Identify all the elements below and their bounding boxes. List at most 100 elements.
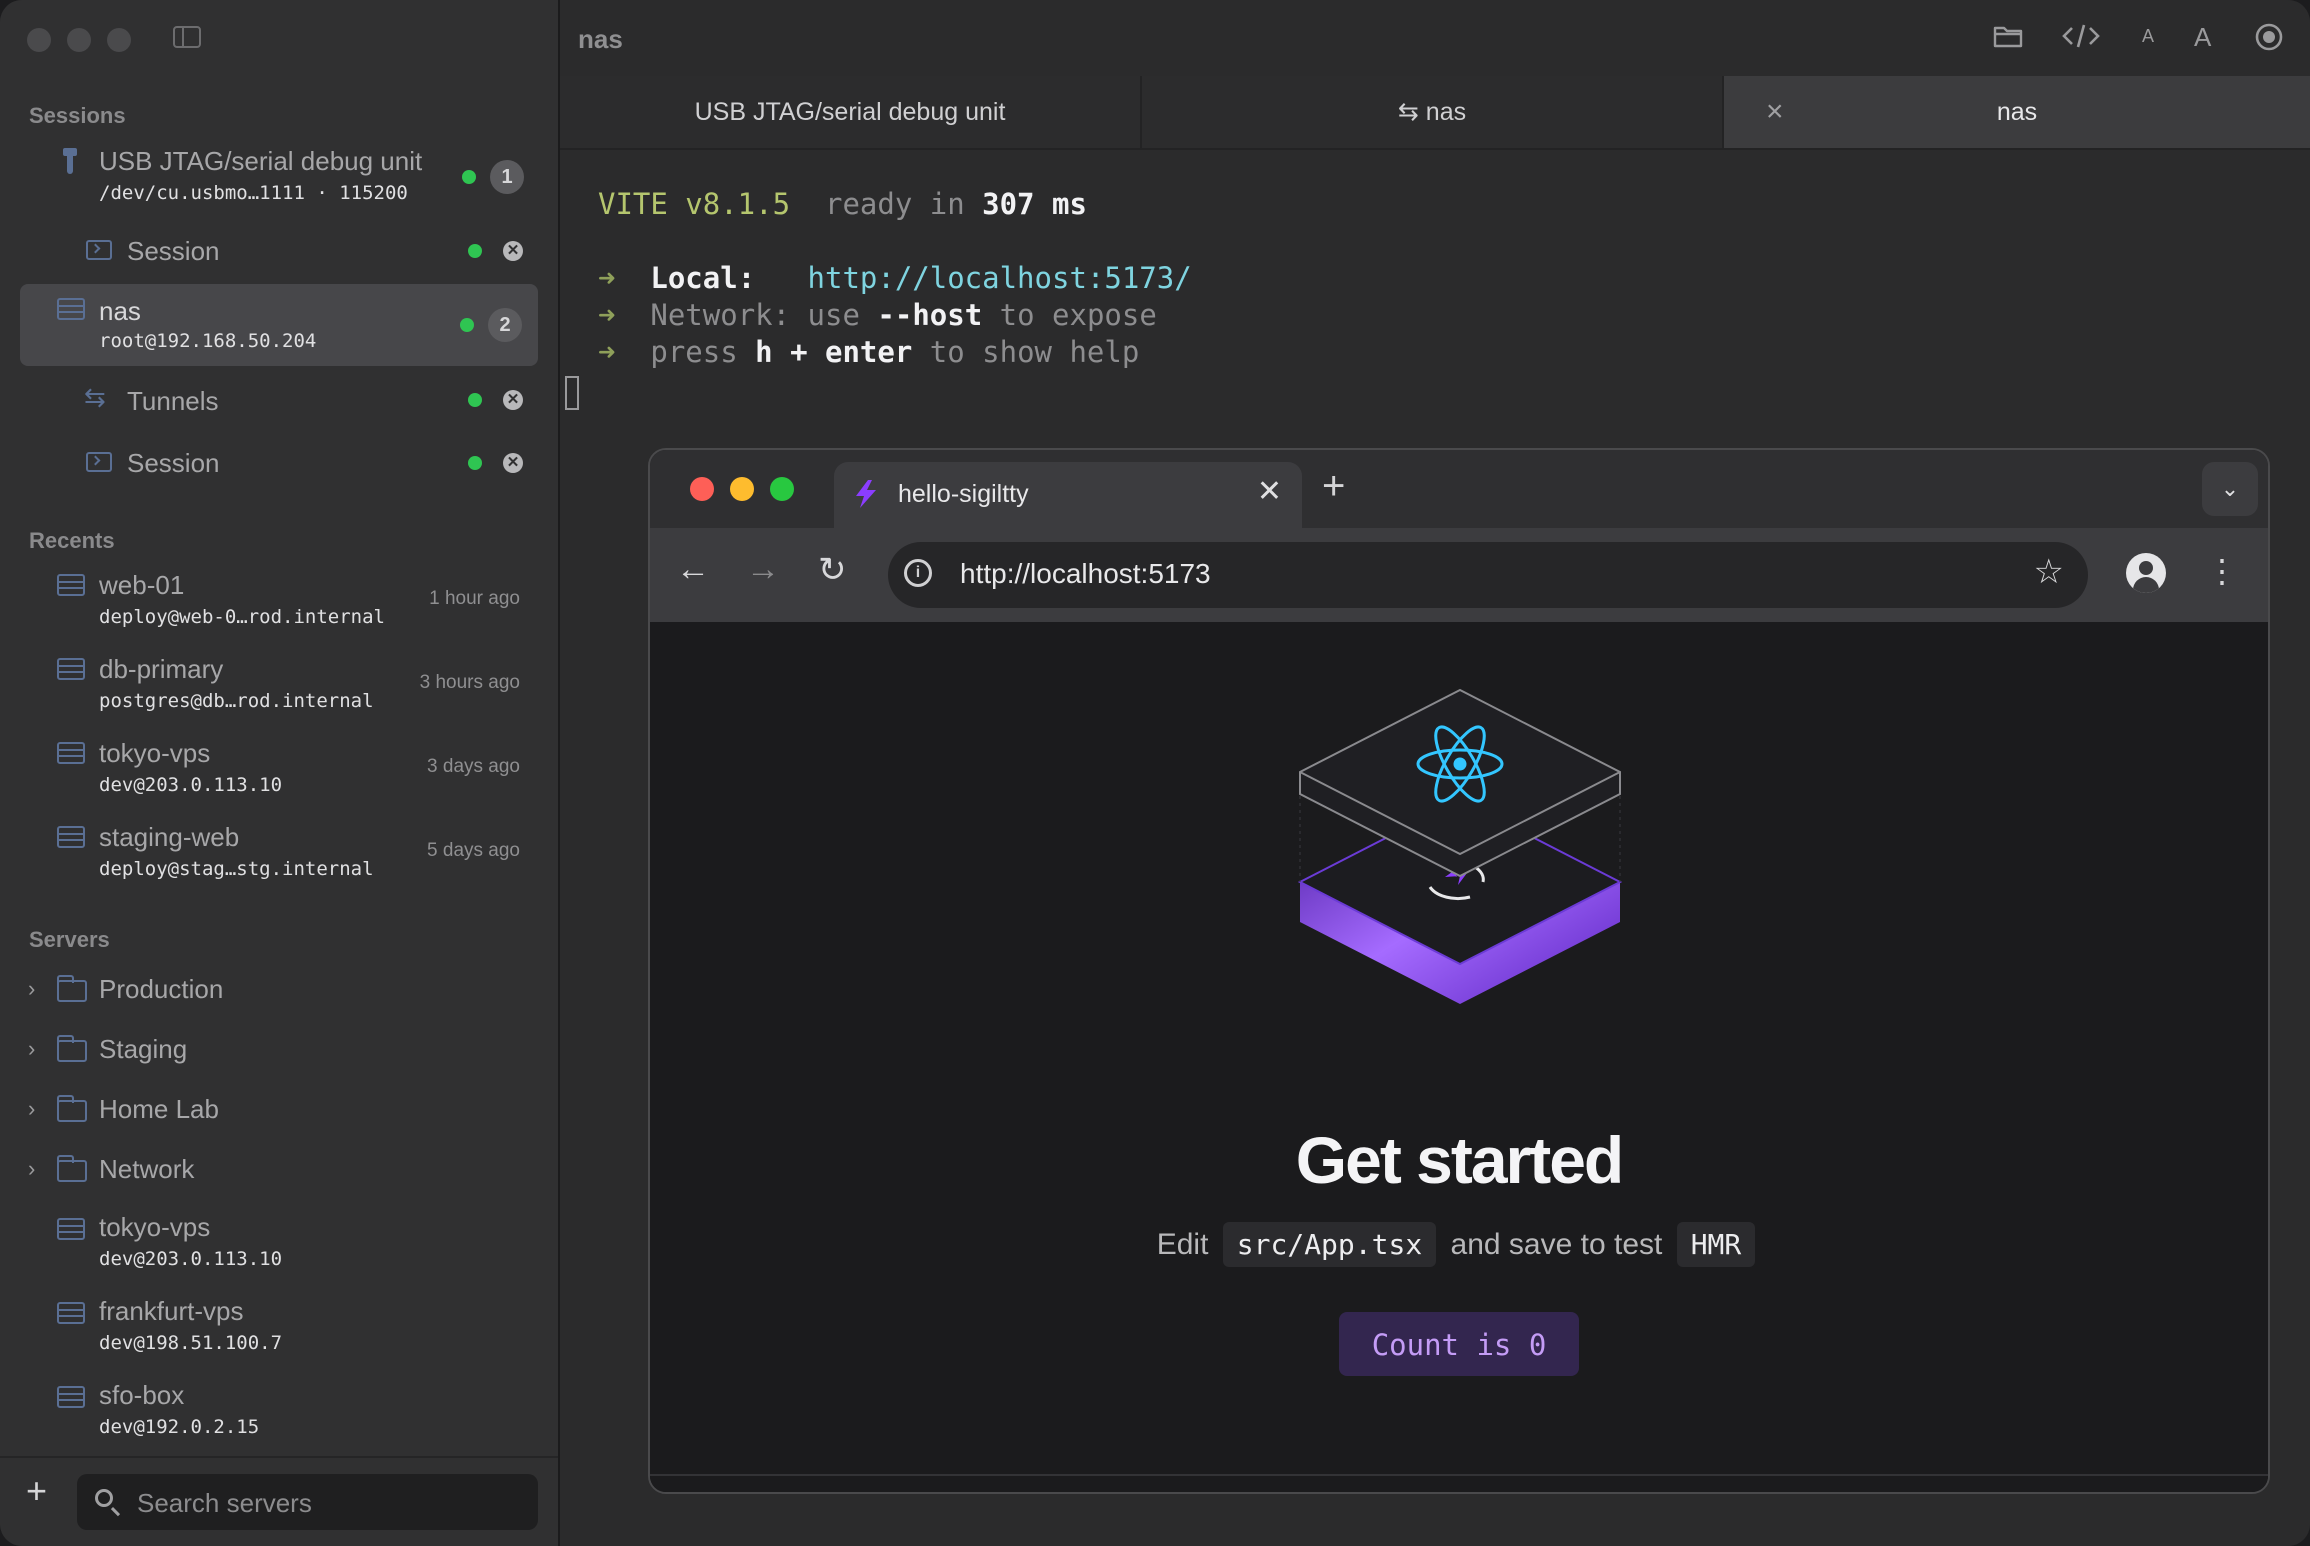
code-icon[interactable] (2062, 22, 2100, 50)
minimize-window-button[interactable] (67, 28, 91, 52)
hmr-code: HMR (1676, 1222, 1756, 1267)
session-name: Tunnels (127, 386, 219, 416)
font-smaller-icon[interactable]: A (2142, 26, 2154, 47)
server-icon (57, 1386, 85, 1408)
new-tab-button[interactable]: + (1322, 464, 1345, 509)
address-url[interactable]: http://localhost:5173 (960, 558, 1211, 590)
folder-name: Home Lab (99, 1094, 219, 1124)
browser-minimize-button[interactable] (730, 477, 754, 501)
count-button[interactable]: Count is 0 (1339, 1312, 1579, 1376)
folder-icon (57, 1035, 87, 1062)
local-url[interactable]: http://localhost:5173/ (808, 261, 1192, 295)
usb-icon (63, 148, 77, 174)
folder-icon (57, 975, 87, 1002)
chevron-right-icon[interactable]: › (28, 976, 35, 1002)
status-dot (460, 318, 474, 332)
recent-item[interactable]: staging-web deploy@stag…stg.internal 5 d… (20, 816, 538, 886)
server-icon (57, 1218, 85, 1240)
plus-icon[interactable]: + (26, 1470, 47, 1512)
vite-ready-ms: 307 (982, 187, 1035, 221)
close-session-icon[interactable]: ✕ (503, 241, 523, 261)
recent-item[interactable]: web-01 deploy@web-0…rod.internal 1 hour … (20, 564, 538, 634)
session-name: Session (127, 448, 220, 478)
browser-close-button[interactable] (690, 477, 714, 501)
recent-name: tokyo-vps (99, 738, 211, 768)
browser-zoom-button[interactable] (770, 477, 794, 501)
record-icon[interactable] (2254, 22, 2284, 52)
close-icon[interactable]: × (1766, 76, 1784, 148)
chevron-right-icon[interactable]: › (28, 1156, 35, 1182)
press-key: h + enter (755, 335, 913, 369)
vite-ms-unit: ms (1052, 187, 1087, 221)
font-larger-icon[interactable]: A (2194, 22, 2211, 53)
session-sub: /dev/cu.usbmo…1111 · 115200 (99, 182, 408, 204)
star-icon[interactable]: ☆ (2034, 552, 2064, 592)
recent-item[interactable]: db-primary postgres@db…rod.internal 3 ho… (20, 648, 538, 718)
info-icon[interactable]: i (904, 559, 932, 587)
vite-ready: ready in (824, 187, 965, 221)
network-label: Network: (650, 298, 791, 332)
chevron-right-icon[interactable]: › (28, 1036, 35, 1062)
kebab-icon[interactable]: ⋮ (2206, 552, 2238, 590)
close-icon[interactable]: ✕ (1257, 474, 1282, 509)
close-session-icon[interactable]: ✕ (503, 390, 523, 410)
close-window-button[interactable] (27, 28, 51, 52)
folder-network[interactable]: › Network (20, 1148, 538, 1192)
tunnel-icon: ⇆ (84, 382, 106, 412)
session-usb[interactable]: USB JTAG/serial debug unit /dev/cu.usbmo… (20, 140, 538, 210)
tab-bar: USB JTAG/serial debug unit ⇆ nas × nas (560, 76, 2310, 150)
browser-toolbar: ← → ↻ i http://localhost:5173 ☆ ⋮ (650, 528, 2268, 624)
tab-nas[interactable]: × nas (1724, 76, 2310, 148)
server-item[interactable]: sfo-box dev@192.0.2.15 (20, 1376, 538, 1446)
address-bar[interactable]: i http://localhost:5173 ☆ (888, 542, 2088, 608)
sidebar-toggle-icon[interactable] (173, 26, 201, 48)
recent-sub: deploy@stag…stg.internal (99, 858, 374, 880)
arrow-glyph: ➜ (598, 335, 616, 369)
tab-label: nas (1996, 98, 2038, 126)
recent-time: 1 hour ago (429, 588, 520, 609)
browser-bottom-edge (650, 1474, 2268, 1492)
chevron-right-icon[interactable]: › (28, 1096, 35, 1122)
search-input[interactable] (135, 1484, 519, 1522)
session-name: USB JTAG/serial debug unit (99, 146, 423, 176)
arrow-glyph: ➜ (598, 261, 616, 295)
status-dot (468, 393, 482, 407)
recent-item[interactable]: tokyo-vps dev@203.0.113.10 3 days ago (20, 732, 538, 802)
zoom-window-button[interactable] (107, 28, 131, 52)
servers-heading: Servers (29, 927, 110, 952)
server-item[interactable]: frankfurt-vps dev@198.51.100.7 (20, 1292, 538, 1362)
page-headline: Get started (1295, 1123, 1624, 1197)
edit-instructions: Edit src/App.tsx and save to test HMR (650, 1222, 2268, 1267)
terminal-icon (86, 452, 112, 472)
folder-production[interactable]: › Production (20, 968, 538, 1012)
reload-icon[interactable]: ↻ (818, 550, 847, 590)
search-icon (95, 1489, 113, 1507)
close-session-icon[interactable]: ✕ (503, 453, 523, 473)
press-text: press (650, 335, 738, 369)
recents-heading: Recents (29, 528, 115, 553)
tab-search-chevron-icon[interactable]: ⌄ (2202, 462, 2258, 516)
back-icon[interactable]: ← (676, 550, 710, 589)
forward-icon[interactable]: → (746, 550, 780, 589)
session-child[interactable]: Session ✕ (20, 230, 538, 274)
server-name: frankfurt-vps (99, 1296, 244, 1326)
folder-name: Production (99, 974, 224, 1004)
browser-window: hello-sigiltty ✕ + ⌄ ← → ↻ i http://loca… (648, 448, 2270, 1494)
server-name: tokyo-vps (99, 1212, 211, 1242)
session-nas[interactable]: nas root@192.168.50.204 2 (20, 284, 538, 366)
folder-home-lab[interactable]: › Home Lab (20, 1088, 538, 1132)
folder-staging[interactable]: › Staging (20, 1028, 538, 1072)
local-label: Local: (650, 261, 756, 295)
sessions-heading: Sessions (29, 103, 126, 128)
folder-open-icon[interactable] (1992, 22, 2024, 50)
tab-nas-tunnels[interactable]: ⇆ nas (1142, 76, 1724, 148)
session-tunnels[interactable]: ⇆ Tunnels ✕ (20, 378, 538, 422)
tab-usb[interactable]: USB JTAG/serial debug unit (560, 76, 1142, 148)
network-flag: --host (877, 298, 983, 332)
session-child[interactable]: Session ✕ (20, 442, 538, 486)
session-sub: root@192.168.50.204 (99, 330, 317, 352)
server-item[interactable]: tokyo-vps dev@203.0.113.10 (20, 1208, 538, 1278)
recent-time: 3 hours ago (419, 672, 520, 693)
profile-icon[interactable] (2126, 553, 2166, 593)
browser-tab[interactable]: hello-sigiltty ✕ (834, 462, 1302, 528)
